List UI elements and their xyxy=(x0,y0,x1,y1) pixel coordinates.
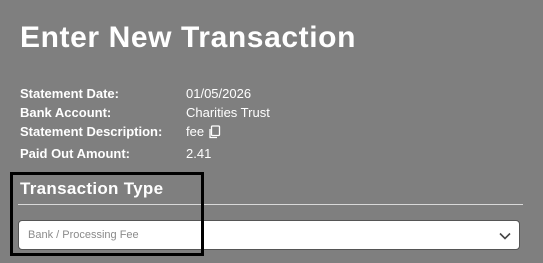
bank-account-row: Bank Account: Charities Trust xyxy=(20,104,520,122)
paid-out-amount-row: Paid Out Amount: 2.41 xyxy=(20,145,520,163)
statement-date-label: Statement Date: xyxy=(20,86,119,101)
statement-description-value: fee xyxy=(186,124,205,139)
section-divider xyxy=(18,204,523,205)
bank-account-label: Bank Account: xyxy=(20,105,112,120)
statement-date-value: 01/05/2026 xyxy=(186,86,252,101)
statement-description-value-wrap: fee xyxy=(186,123,221,141)
bank-account-value: Charities Trust xyxy=(186,105,270,120)
transaction-type-select[interactable]: Bank / Processing Fee xyxy=(18,220,520,250)
transaction-type-title: Transaction Type xyxy=(20,179,164,198)
statement-description-row: Statement Description: fee xyxy=(20,123,520,141)
statement-details: Statement Date: 01/05/2026 Bank Account:… xyxy=(20,85,520,163)
chevron-down-icon xyxy=(499,231,511,240)
paid-out-amount-label: Paid Out Amount: xyxy=(20,146,131,161)
page: Enter New Transaction Statement Date: 01… xyxy=(0,0,543,263)
statement-date-row: Statement Date: 01/05/2026 xyxy=(20,85,520,103)
transaction-type-selected-value: Bank / Processing Fee xyxy=(28,229,139,241)
paid-out-amount-value: 2.41 xyxy=(186,146,212,161)
copy-icon[interactable] xyxy=(208,125,221,139)
page-title: Enter New Transaction xyxy=(20,21,357,54)
statement-description-label: Statement Description: xyxy=(20,124,163,139)
